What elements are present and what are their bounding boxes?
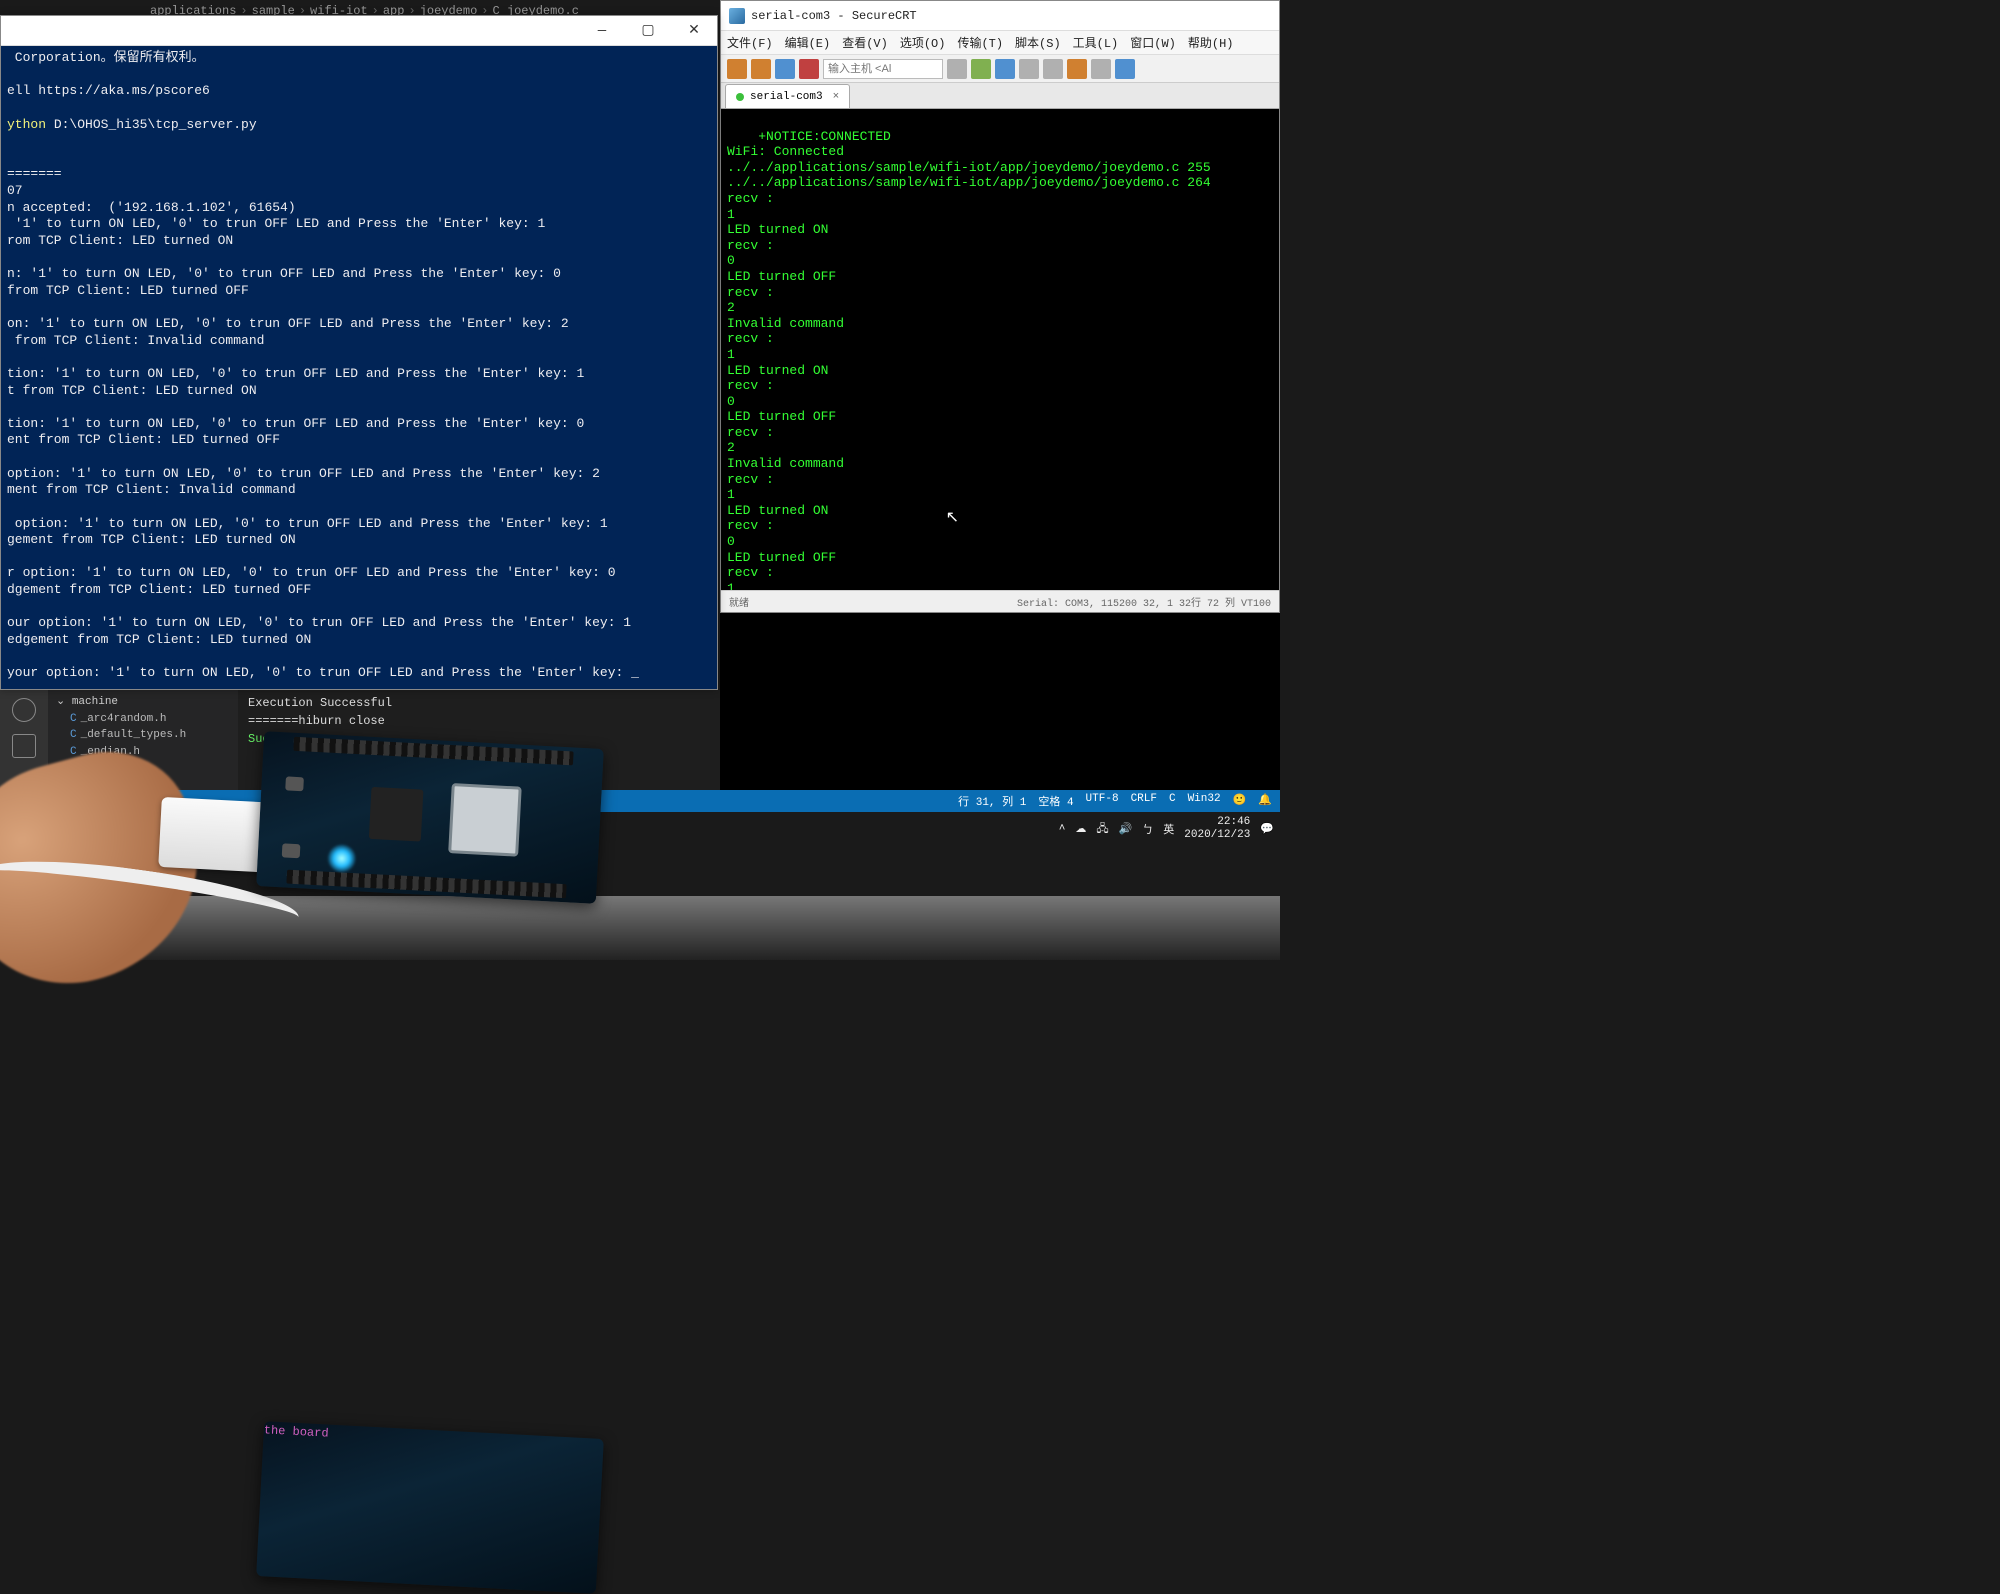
tray-lang-icon[interactable]: 英 xyxy=(1163,821,1174,837)
tray-volume-icon[interactable]: 🔊 xyxy=(1119,822,1133,836)
menu-item[interactable]: 帮助(H) xyxy=(1188,34,1234,51)
powershell-window: — ▢ ✕ Corporation。保留所有权利。 ell https://ak… xyxy=(0,15,718,690)
close-icon[interactable]: × xyxy=(833,91,840,103)
board-button xyxy=(285,776,304,791)
mouse-cursor-icon: ↖ xyxy=(946,509,959,528)
securecrt-titlebar[interactable]: serial-com3 - SecureCRT xyxy=(721,1,1279,31)
statusbar-item[interactable]: 🔔 xyxy=(1258,793,1272,809)
menu-item[interactable]: 文件(F) xyxy=(727,34,773,51)
toolbar-icon[interactable] xyxy=(995,59,1015,79)
wifi-module xyxy=(448,783,522,857)
securecrt-toolbar[interactable] xyxy=(721,55,1279,83)
menu-item[interactable]: 窗口(W) xyxy=(1130,34,1176,51)
toolbar-icon[interactable] xyxy=(1091,59,1111,79)
file-item[interactable]: C_default_types.h xyxy=(56,727,230,744)
editor-dark-area xyxy=(720,613,1280,793)
menu-item[interactable]: 工具(L) xyxy=(1073,34,1119,51)
toolbar-icon[interactable] xyxy=(1067,59,1087,79)
menu-item[interactable]: 编辑(E) xyxy=(785,34,831,51)
notifications-icon[interactable]: 💬 xyxy=(1260,822,1274,836)
menu-item[interactable]: 传输(T) xyxy=(957,34,1003,51)
tray-network-icon[interactable]: 🖧 xyxy=(1096,820,1108,839)
toolbar-icon[interactable] xyxy=(727,59,747,79)
securecrt-statusbar: 就绪 Serial: COM3, 115200 32, 1 32行 72 列 V… xyxy=(721,590,1279,612)
securecrt-tabbar: serial-com3 × xyxy=(721,83,1279,109)
taskbar-clock[interactable]: 22:46 2020/12/23 xyxy=(1184,816,1250,841)
toolbar-icon[interactable] xyxy=(751,59,771,79)
host-input[interactable] xyxy=(823,59,943,79)
toolbar-icon[interactable] xyxy=(1019,59,1039,79)
close-button[interactable]: ✕ xyxy=(671,16,717,46)
toolbar-icon[interactable] xyxy=(799,59,819,79)
board-button xyxy=(282,843,301,858)
tab-status-dot-icon xyxy=(736,93,744,101)
toolbar-icon[interactable] xyxy=(1043,59,1063,79)
statusbar-item[interactable]: UTF-8 xyxy=(1086,793,1119,809)
blue-led xyxy=(327,844,356,873)
taskbar-tray[interactable]: ˄ ☁ 🖧 🔊 ㄅ 英 22:46 2020/12/23 💬 xyxy=(1059,816,1274,841)
menu-item[interactable]: 脚本(S) xyxy=(1015,34,1061,51)
statusbar-item[interactable]: 空格 4 xyxy=(1038,793,1073,809)
tray-chevron-icon[interactable]: ˄ xyxy=(1059,823,1066,835)
toolbar-icon[interactable] xyxy=(775,59,795,79)
minimize-button[interactable]: — xyxy=(579,16,625,46)
file-item[interactable]: C_arc4random.h xyxy=(56,711,230,728)
tray-cloud-icon[interactable]: ☁ xyxy=(1075,822,1086,836)
account-icon[interactable] xyxy=(12,698,36,722)
mcu-chip xyxy=(369,787,424,842)
securecrt-window: serial-com3 - SecureCRT 文件(F) 编辑(E) 查看(V) 选… xyxy=(720,0,1280,613)
securecrt-terminal[interactable]: +NOTICE:CONNECTED WiFi: Connected ../../… xyxy=(721,109,1279,590)
powershell-titlebar[interactable]: — ▢ ✕ xyxy=(1,16,717,46)
statusbar-item[interactable]: 行 31, 列 1 xyxy=(958,793,1026,809)
securecrt-menubar[interactable]: 文件(F) 编辑(E) 查看(V) 选项(O) 传输(T) 脚本(S) 工具(L) 窗口(W)… xyxy=(721,31,1279,55)
powershell-terminal[interactable]: Corporation。保留所有权利。 ell https://aka.ms/p… xyxy=(1,46,717,689)
securecrt-icon xyxy=(729,8,745,24)
maximize-button[interactable]: ▢ xyxy=(625,16,671,46)
settings-icon[interactable] xyxy=(12,734,36,758)
toolbar-icon[interactable] xyxy=(947,59,967,79)
statusbar-item[interactable]: C xyxy=(1169,793,1176,809)
toolbar-icon[interactable] xyxy=(971,59,991,79)
tray-ime-icon[interactable]: ㄅ xyxy=(1142,821,1153,837)
statusbar-item[interactable]: CRLF xyxy=(1131,793,1157,809)
tab-serial-com3[interactable]: serial-com3 × xyxy=(725,84,850,108)
header-pins xyxy=(286,870,566,899)
statusbar-item[interactable]: Win32 xyxy=(1188,793,1221,809)
securecrt-title: serial-com3 - SecureCRT xyxy=(751,9,917,23)
menu-item[interactable]: 选项(O) xyxy=(900,34,946,51)
dev-board xyxy=(256,731,604,904)
statusbar-item[interactable]: 🙂 xyxy=(1233,793,1247,809)
menu-item[interactable]: 查看(V) xyxy=(842,34,888,51)
toolbar-icon[interactable] xyxy=(1115,59,1135,79)
